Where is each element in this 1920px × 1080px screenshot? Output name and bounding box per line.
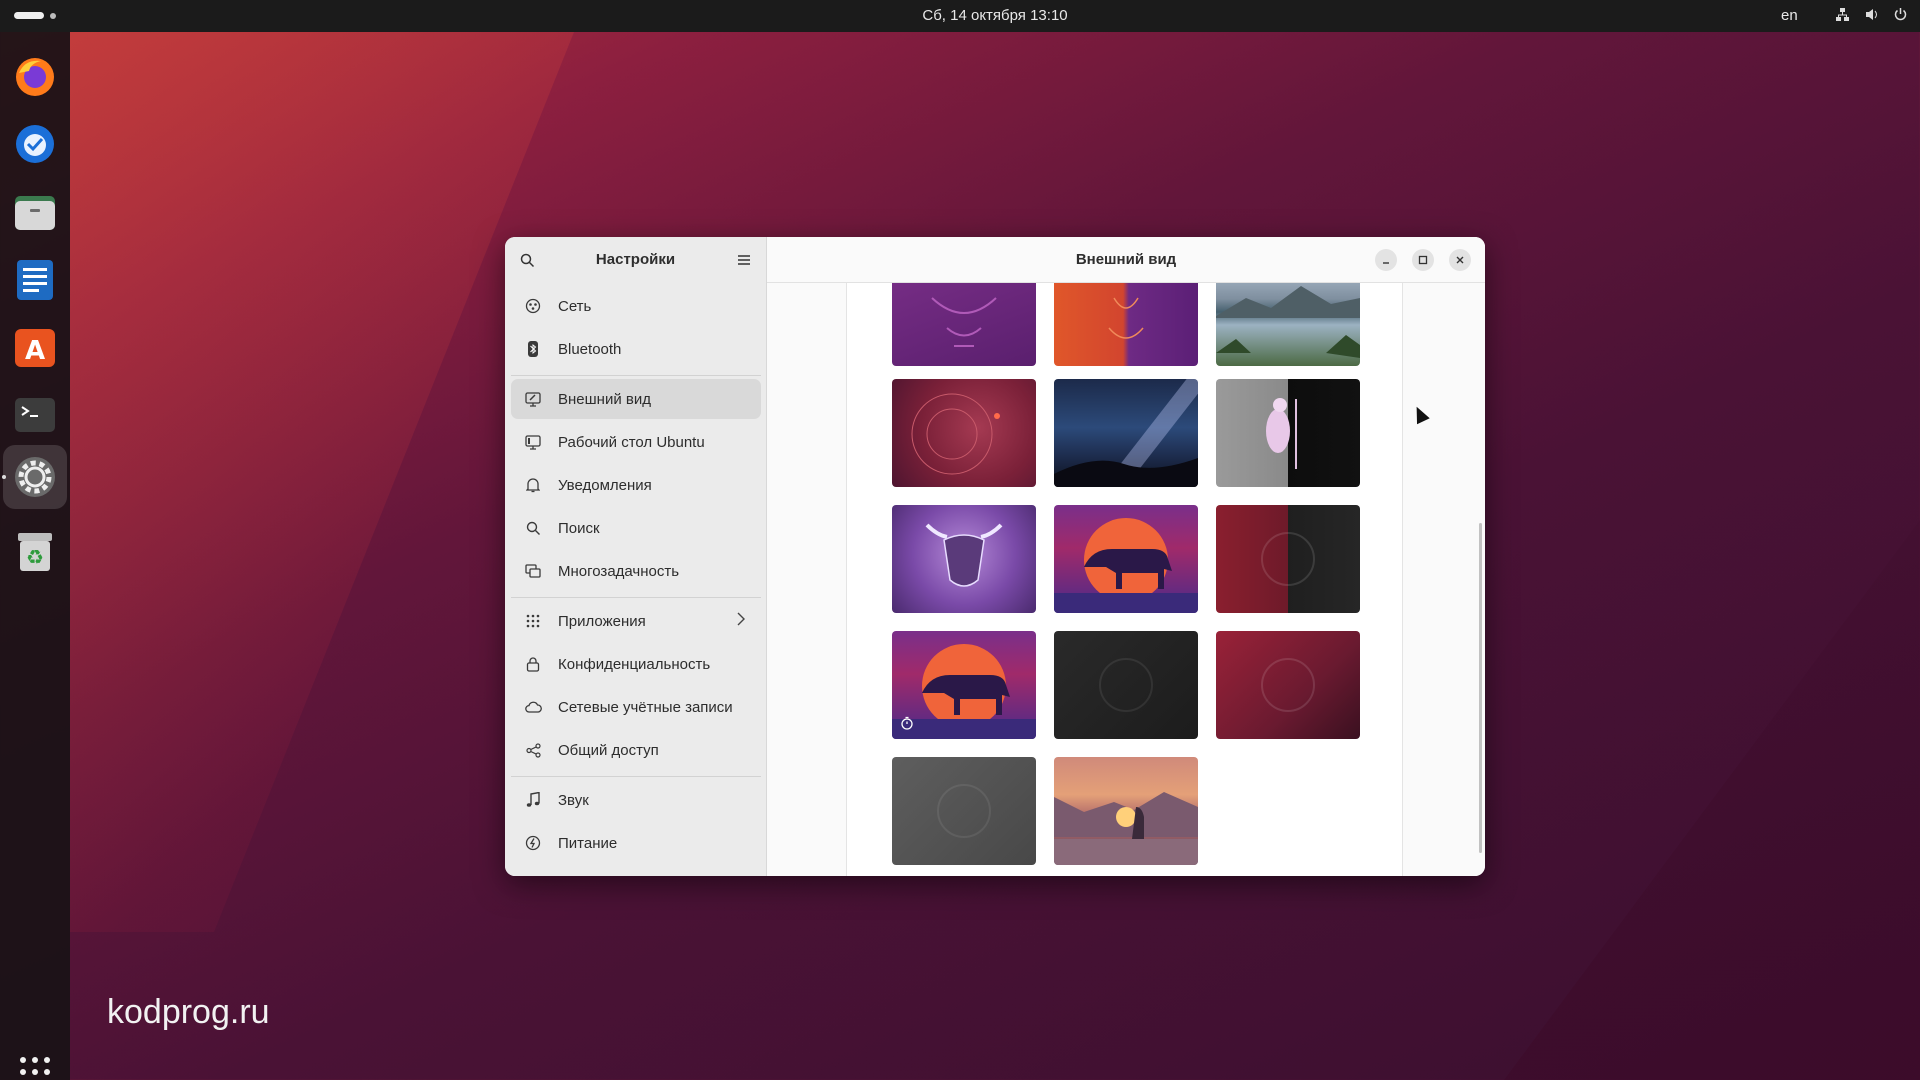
- wallpaper-thumbnail[interactable]: [1054, 631, 1198, 739]
- wallpaper-thumbnail[interactable]: [892, 283, 1036, 366]
- nav-divider: [511, 597, 761, 598]
- settings-main: Внешний вид: [767, 237, 1485, 876]
- sidebar-item-sharing[interactable]: Общий доступ: [511, 730, 761, 770]
- sidebar-item-label: Питание: [558, 834, 618, 852]
- wallpaper-thumbnail[interactable]: [1216, 631, 1360, 739]
- wallpaper-thumbnail[interactable]: [892, 757, 1036, 865]
- running-indicator: [2, 475, 6, 479]
- settings-window: Настройки Сеть Bluetooth Внешний вид Раб…: [505, 237, 1485, 876]
- sidebar-item-label: Сеть: [558, 297, 592, 315]
- sidebar-item-label: Приложения: [558, 612, 646, 630]
- sidebar-item-appearance[interactable]: Внешний вид: [511, 379, 761, 419]
- minimize-button[interactable]: [1375, 249, 1397, 271]
- sidebar-item-label: Рабочий стол Ubuntu: [558, 433, 705, 451]
- sidebar-item-online-accounts[interactable]: Сетевые учётные записи: [511, 687, 761, 727]
- sidebar-item-apps[interactable]: Приложения: [511, 601, 761, 641]
- sidebar-item-label: Поиск: [558, 519, 600, 537]
- trash-icon[interactable]: ♻: [11, 527, 59, 575]
- app-center-icon[interactable]: A: [11, 323, 59, 371]
- sidebar-item-privacy[interactable]: Конфиденциальность: [511, 644, 761, 684]
- sidebar-item-label: Внешний вид: [558, 390, 651, 408]
- terminal-icon[interactable]: [11, 391, 59, 439]
- clock[interactable]: Сб, 14 октября 13:10: [0, 7, 1920, 24]
- settings-icon[interactable]: [11, 453, 59, 501]
- writer-icon[interactable]: [11, 256, 59, 304]
- menu-icon[interactable]: [732, 248, 756, 272]
- nav-divider: [511, 375, 761, 376]
- sidebar-item-label: Уведомления: [558, 476, 652, 494]
- sidebar-item-search[interactable]: Поиск: [511, 508, 761, 548]
- sidebar-item-label: Многозадачность: [558, 562, 680, 580]
- watermark: kodprog.ru: [107, 993, 270, 1031]
- files-icon[interactable]: [11, 188, 59, 236]
- dock: A ♻: [0, 32, 70, 1080]
- wallpaper-thumbnail[interactable]: [1054, 283, 1198, 366]
- sidebar-header: Настройки: [505, 237, 766, 283]
- nav-divider: [511, 776, 761, 777]
- sidebar-item-label: Конфиденциальность: [558, 655, 711, 673]
- bell-icon: [524, 476, 542, 494]
- wallpaper-thumbnail-timed[interactable]: [892, 631, 1036, 739]
- wallpaper-thumbnail[interactable]: [1216, 283, 1360, 366]
- music-note-icon: [524, 791, 542, 809]
- sidebar-item-bluetooth[interactable]: Bluetooth: [511, 329, 761, 369]
- sidebar-item-label: Bluetooth: [558, 340, 622, 358]
- close-button[interactable]: [1449, 249, 1471, 271]
- cloud-icon: [524, 698, 542, 716]
- system-tray[interactable]: [1835, 7, 1908, 25]
- appearance-icon: [524, 390, 542, 408]
- wallpaper-thumbnail[interactable]: [892, 505, 1036, 613]
- settings-sidebar: Настройки Сеть Bluetooth Внешний вид Раб…: [505, 237, 767, 876]
- maximize-button[interactable]: [1412, 249, 1434, 271]
- svg-text:A: A: [25, 336, 45, 366]
- settings-nav: Сеть Bluetooth Внешний вид Рабочий стол …: [511, 283, 761, 863]
- search-icon: [524, 519, 542, 537]
- wallpaper-thumbnail[interactable]: [892, 379, 1036, 487]
- lock-icon: [524, 655, 542, 673]
- firefox-icon[interactable]: [11, 53, 59, 101]
- wallpaper-thumbnail[interactable]: [1054, 757, 1198, 865]
- chevron-right-icon: [737, 612, 745, 630]
- multitasking-icon: [524, 562, 542, 580]
- sidebar-title: Настройки: [595, 251, 676, 268]
- sidebar-item-label: Сетевые учётные записи: [558, 698, 733, 716]
- thunderbird-icon[interactable]: [11, 120, 59, 168]
- main-header: Внешний вид: [767, 237, 1485, 283]
- network-icon: [524, 297, 542, 315]
- volume-icon: [1864, 7, 1879, 25]
- wallpaper-thumbnail[interactable]: [1054, 379, 1198, 487]
- sidebar-item-notifications[interactable]: Уведомления: [511, 465, 761, 505]
- share-icon: [524, 741, 542, 759]
- power-icon: [1893, 7, 1908, 25]
- show-apps-icon[interactable]: [20, 1057, 50, 1080]
- apps-grid-icon: [524, 612, 542, 630]
- sidebar-item-label: Общий доступ: [558, 741, 659, 759]
- scrollbar[interactable]: [1479, 523, 1482, 853]
- wallpaper-thumbnail[interactable]: [1216, 505, 1360, 613]
- appearance-content: [767, 283, 1485, 876]
- sidebar-item-power[interactable]: Питание: [511, 823, 761, 863]
- sidebar-item-network[interactable]: Сеть: [511, 286, 761, 326]
- wallpaper-thumbnail[interactable]: [1054, 505, 1198, 613]
- timer-icon: [900, 716, 914, 733]
- power-icon: [524, 834, 542, 852]
- sidebar-item-ubuntu-desktop[interactable]: Рабочий стол Ubuntu: [511, 422, 761, 462]
- sidebar-item-sound[interactable]: Звук: [511, 780, 761, 820]
- sidebar-item-label: Звук: [558, 791, 589, 809]
- network-icon: [1835, 7, 1850, 25]
- top-bar: Сб, 14 октября 13:10 en: [0, 0, 1920, 32]
- wallpaper-thumbnail[interactable]: [1216, 379, 1360, 487]
- sidebar-item-multitasking[interactable]: Многозадачность: [511, 551, 761, 591]
- desktop-icon: [524, 433, 542, 451]
- bluetooth-icon: [524, 340, 542, 358]
- keyboard-layout[interactable]: en: [1781, 7, 1798, 24]
- svg-text:♻: ♻: [26, 545, 44, 569]
